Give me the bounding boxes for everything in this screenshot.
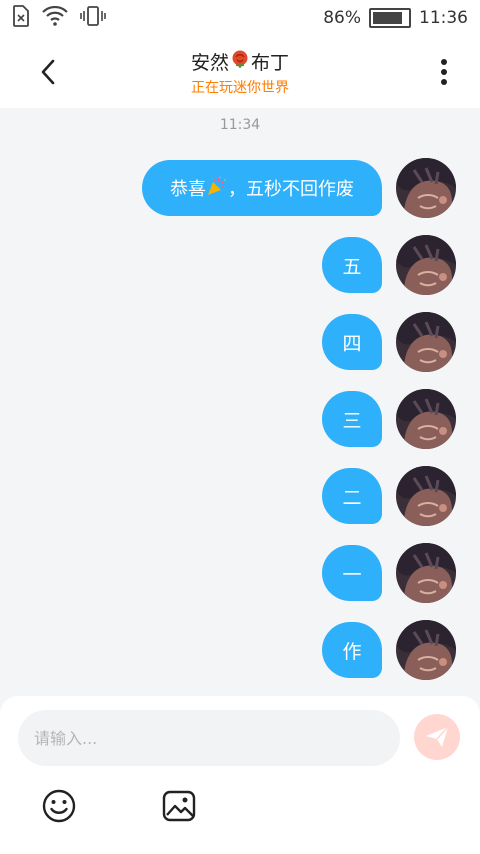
message-timestamp: 11:34 [219, 117, 261, 133]
title-block: 安然 布丁 正在玩迷你世界 [191, 48, 289, 97]
message-bubble[interactable]: 作 [322, 622, 382, 678]
message-bubble[interactable]: 恭喜 ，五秒不回作废 [142, 160, 382, 216]
chat-subtitle: 正在玩迷你世界 [191, 79, 289, 96]
status-bar: 86% 11:36 [0, 0, 480, 36]
avatar[interactable] [396, 158, 456, 218]
emoji-icon [42, 789, 76, 823]
avatar[interactable] [396, 235, 456, 295]
battery-percent: 86% [323, 8, 361, 28]
message-bubble[interactable]: 五 [322, 237, 382, 293]
message-input[interactable] [18, 710, 400, 766]
more-vertical-icon [441, 59, 447, 85]
message-row: 作 [322, 620, 456, 680]
battery-icon [369, 8, 411, 28]
party-popper-icon [206, 175, 228, 202]
avatar[interactable] [396, 389, 456, 449]
chat-title-prefix: 安然 [190, 51, 229, 74]
message-row: 一 [322, 543, 456, 603]
message-row: 二 [322, 466, 456, 526]
back-button[interactable] [30, 54, 66, 90]
vibrate-icon [80, 5, 106, 32]
more-options-button[interactable] [426, 54, 462, 90]
message-row: 五 [322, 235, 456, 295]
chat-title: 安然 布丁 [191, 48, 289, 75]
sim-card-icon [12, 4, 30, 32]
chat-area[interactable]: 11:34 恭喜 ，五秒不回作废 五 四 三 二 一 作 [0, 108, 480, 696]
rose-icon [230, 49, 250, 74]
status-time: 11:36 [419, 8, 468, 28]
emoji-button[interactable] [41, 788, 77, 824]
message-row: 恭喜 ，五秒不回作废 [142, 158, 456, 218]
message-bubble[interactable]: 四 [322, 314, 382, 370]
avatar[interactable] [396, 466, 456, 526]
battery-fill [373, 12, 403, 24]
status-right: 86% 11:36 [323, 8, 468, 28]
composer-panel [0, 696, 480, 854]
chat-title-suffix: 布丁 [251, 51, 290, 74]
chevron-left-icon [41, 59, 55, 85]
send-button[interactable] [414, 714, 460, 760]
avatar[interactable] [396, 312, 456, 372]
wifi-icon [42, 5, 68, 31]
message-text-start: 恭喜 [170, 179, 206, 200]
chat-header: 安然 布丁 正在玩迷你世界 [0, 36, 480, 108]
status-left [12, 4, 106, 32]
message-row: 四 [322, 312, 456, 372]
image-button[interactable] [161, 788, 197, 824]
message-bubble[interactable]: 二 [322, 468, 382, 524]
message-row: 三 [322, 389, 456, 449]
avatar[interactable] [396, 543, 456, 603]
message-text-end: ，五秒不回作废 [228, 179, 354, 200]
message-bubble[interactable]: 一 [322, 545, 382, 601]
message-bubble[interactable]: 三 [322, 391, 382, 447]
image-icon [162, 790, 196, 822]
avatar[interactable] [396, 620, 456, 680]
send-icon [426, 726, 449, 747]
